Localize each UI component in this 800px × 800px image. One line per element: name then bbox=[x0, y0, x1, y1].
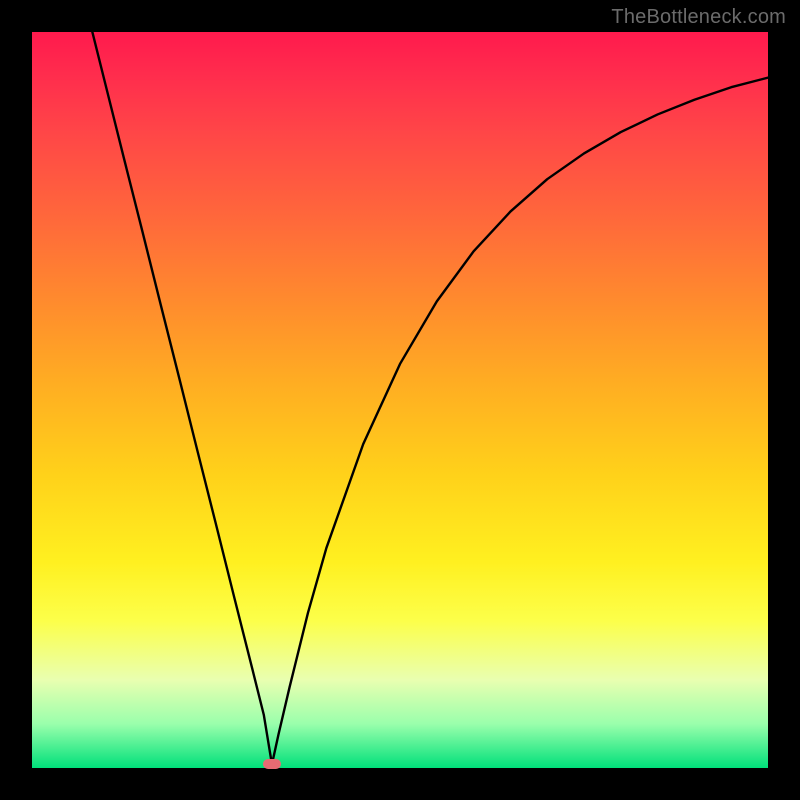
chart-frame: TheBottleneck.com bbox=[0, 0, 800, 800]
watermark-text: TheBottleneck.com bbox=[611, 6, 786, 29]
bottleneck-curve bbox=[32, 32, 768, 768]
curve-path bbox=[92, 32, 768, 764]
minimum-marker bbox=[263, 759, 281, 769]
plot-area bbox=[32, 32, 768, 768]
